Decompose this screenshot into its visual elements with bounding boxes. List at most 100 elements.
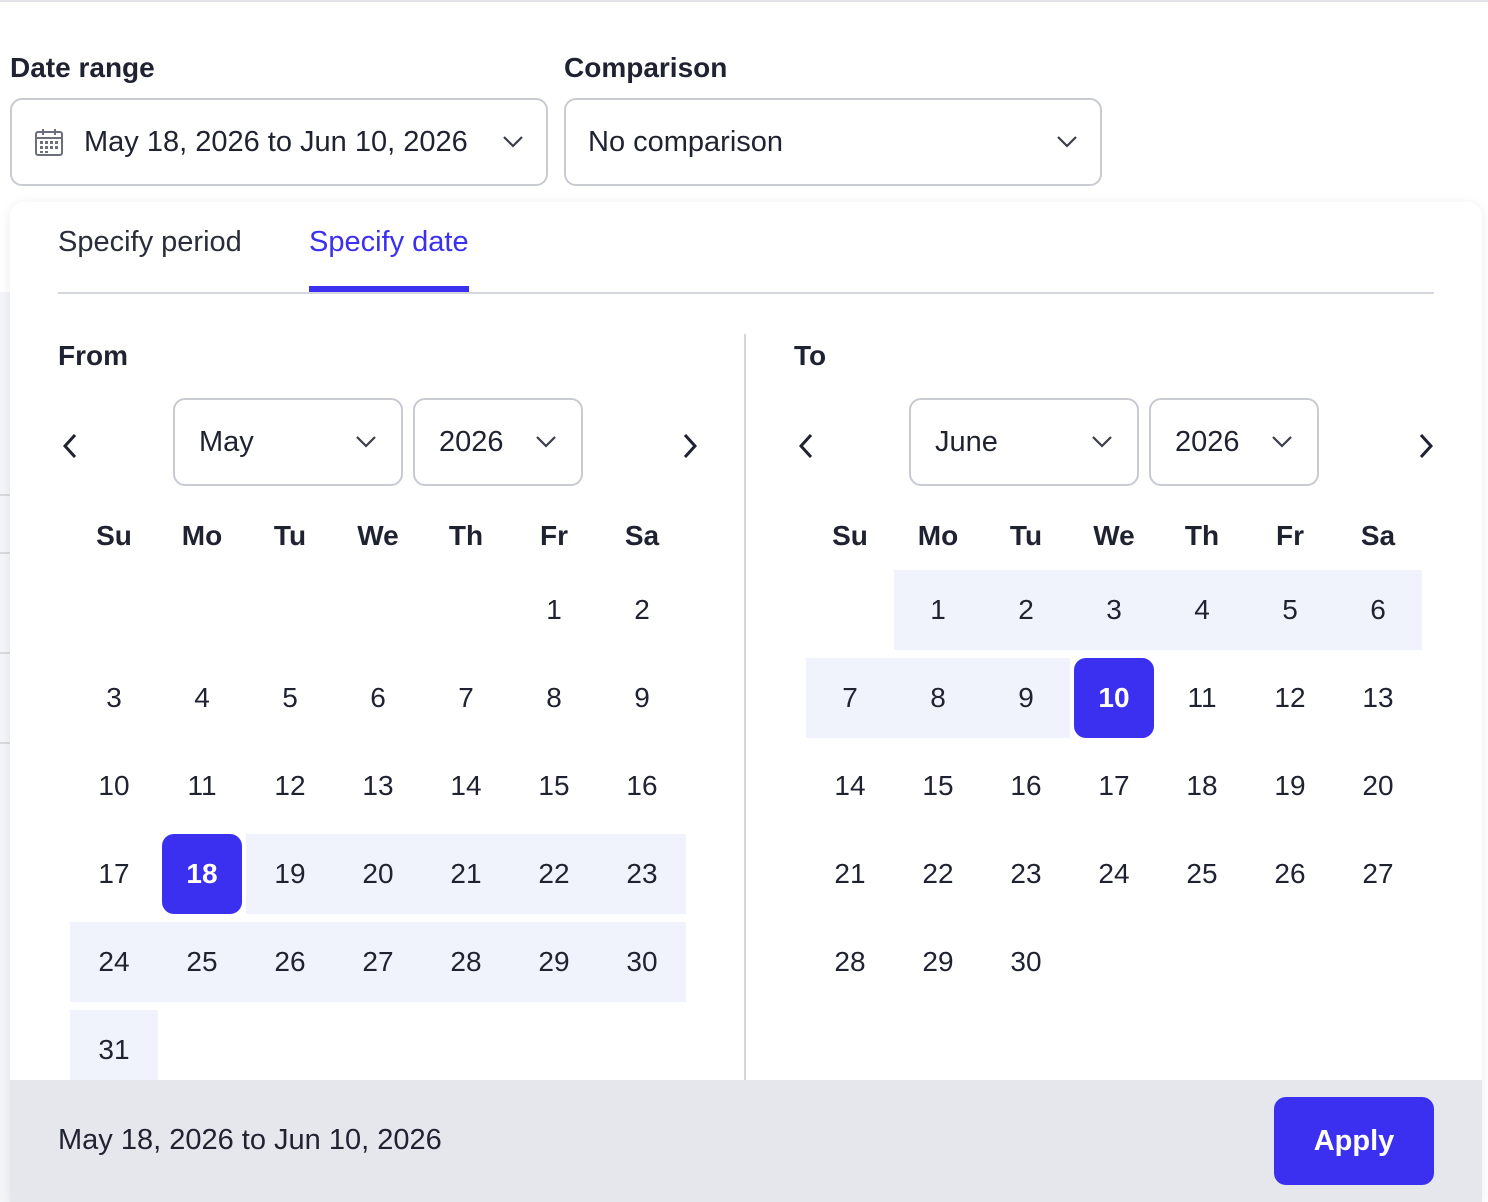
to-day-25[interactable]: 25: [1158, 834, 1246, 914]
apply-button[interactable]: Apply: [1274, 1097, 1434, 1185]
from-day-1[interactable]: 1: [510, 570, 598, 650]
from-day-13[interactable]: 13: [334, 746, 422, 826]
to-day-14[interactable]: 14: [806, 746, 894, 826]
date-range-select[interactable]: May 18, 2026 to Jun 10, 2026: [10, 98, 548, 186]
from-day-25[interactable]: 25: [158, 922, 246, 1002]
to-day-28[interactable]: 28: [806, 922, 894, 1002]
to-day-13[interactable]: 13: [1334, 658, 1422, 738]
to-title: To: [794, 340, 827, 371]
from-day-9[interactable]: 9: [598, 658, 686, 738]
to-prev-month-button[interactable]: [786, 426, 826, 466]
weekday-label: Mo: [917, 520, 959, 551]
to-day-1[interactable]: 1: [894, 570, 982, 650]
to-day-23[interactable]: 23: [982, 834, 1070, 914]
from-day-2[interactable]: 2: [598, 570, 686, 650]
to-day-29[interactable]: 29: [894, 922, 982, 1002]
chevron-right-icon: [1419, 433, 1434, 459]
from-day-11[interactable]: 11: [158, 746, 246, 826]
to-day-16[interactable]: 16: [982, 746, 1070, 826]
from-day-30[interactable]: 30: [598, 922, 686, 1002]
background-content: [0, 292, 10, 1202]
weekday-label: Su: [832, 520, 868, 551]
from-day-29[interactable]: 29: [510, 922, 598, 1002]
from-day-27[interactable]: 27: [334, 922, 422, 1002]
from-month-select[interactable]: May: [173, 398, 403, 486]
from-day-26[interactable]: 26: [246, 922, 334, 1002]
from-day-19[interactable]: 19: [246, 834, 334, 914]
to-day-21[interactable]: 21: [806, 834, 894, 914]
from-day-28[interactable]: 28: [422, 922, 510, 1002]
comparison-select[interactable]: No comparison: [564, 98, 1102, 186]
tab-specify-period[interactable]: Specify period: [58, 226, 242, 259]
from-day-31[interactable]: 31: [70, 1010, 158, 1090]
to-day-8[interactable]: 8: [894, 658, 982, 738]
background-divider: [0, 742, 10, 744]
comparison-label: Comparison: [564, 52, 728, 83]
to-day-4[interactable]: 4: [1158, 570, 1246, 650]
to-day-15[interactable]: 15: [894, 746, 982, 826]
from-day-12[interactable]: 12: [246, 746, 334, 826]
weekday-label: Sa: [1360, 520, 1396, 551]
from-day-14[interactable]: 14: [422, 746, 510, 826]
to-day-12[interactable]: 12: [1246, 658, 1334, 738]
from-day-3[interactable]: 3: [70, 658, 158, 738]
to-day-17[interactable]: 17: [1070, 746, 1158, 826]
from-day-7[interactable]: 7: [422, 658, 510, 738]
from-day-4[interactable]: 4: [158, 658, 246, 738]
from-day-21[interactable]: 21: [422, 834, 510, 914]
weekday-label: Th: [1184, 520, 1220, 551]
to-day-30[interactable]: 30: [982, 922, 1070, 1002]
to-day-18[interactable]: 18: [1158, 746, 1246, 826]
from-day-22[interactable]: 22: [510, 834, 598, 914]
background-divider: [0, 552, 10, 554]
to-next-month-button[interactable]: [1406, 426, 1446, 466]
comparison-value: No comparison: [588, 125, 784, 158]
from-day-23[interactable]: 23: [598, 834, 686, 914]
from-day-8[interactable]: 8: [510, 658, 598, 738]
weekday-label: Tu: [273, 520, 307, 551]
to-month-select[interactable]: June: [909, 398, 1139, 486]
weekday-label: We: [1093, 520, 1135, 551]
from-day-24[interactable]: 24: [70, 922, 158, 1002]
to-day-3[interactable]: 3: [1070, 570, 1158, 650]
to-day-20[interactable]: 20: [1334, 746, 1422, 826]
to-day-10[interactable]: 10: [1074, 658, 1154, 738]
to-day-24[interactable]: 24: [1070, 834, 1158, 914]
chevron-down-icon: [356, 436, 376, 448]
from-day-15[interactable]: 15: [510, 746, 598, 826]
from-day-17[interactable]: 17: [70, 834, 158, 914]
selected-range-summary: May 18, 2026 to Jun 10, 2026: [58, 1124, 442, 1156]
chevron-down-icon: [1272, 436, 1292, 448]
to-day-11[interactable]: 11: [1158, 658, 1246, 738]
to-day-7[interactable]: 7: [806, 658, 894, 738]
to-day-2[interactable]: 2: [982, 570, 1070, 650]
to-day-19[interactable]: 19: [1246, 746, 1334, 826]
to-day-27[interactable]: 27: [1334, 834, 1422, 914]
tab-bar: Specify period Specify date: [58, 202, 1434, 294]
from-next-month-button[interactable]: [670, 426, 710, 466]
to-month-value: June: [935, 425, 998, 458]
from-year-select[interactable]: 2026: [413, 398, 583, 486]
weekday-label: Mo: [181, 520, 223, 551]
to-day-5[interactable]: 5: [1246, 570, 1334, 650]
from-day-5[interactable]: 5: [246, 658, 334, 738]
to-day-6[interactable]: 6: [1334, 570, 1422, 650]
chevron-left-icon: [62, 433, 77, 459]
from-day-10[interactable]: 10: [70, 746, 158, 826]
from-weekday-header: Su Mo Tu We Th Fr Sa: [70, 520, 686, 560]
weekday-label: Tu: [1009, 520, 1043, 551]
from-day-20[interactable]: 20: [334, 834, 422, 914]
to-day-22[interactable]: 22: [894, 834, 982, 914]
tab-specify-date[interactable]: Specify date: [309, 226, 469, 259]
from-day-6[interactable]: 6: [334, 658, 422, 738]
from-prev-month-button[interactable]: [50, 426, 90, 466]
to-year-select[interactable]: 2026: [1149, 398, 1319, 486]
chevron-down-icon: [1092, 436, 1112, 448]
background-divider: [0, 652, 10, 654]
from-day-18[interactable]: 18: [162, 834, 242, 914]
to-day-9[interactable]: 9: [982, 658, 1070, 738]
chevron-left-icon: [798, 433, 813, 459]
to-day-26[interactable]: 26: [1246, 834, 1334, 914]
from-day-16[interactable]: 16: [598, 746, 686, 826]
from-title: From: [58, 340, 128, 371]
